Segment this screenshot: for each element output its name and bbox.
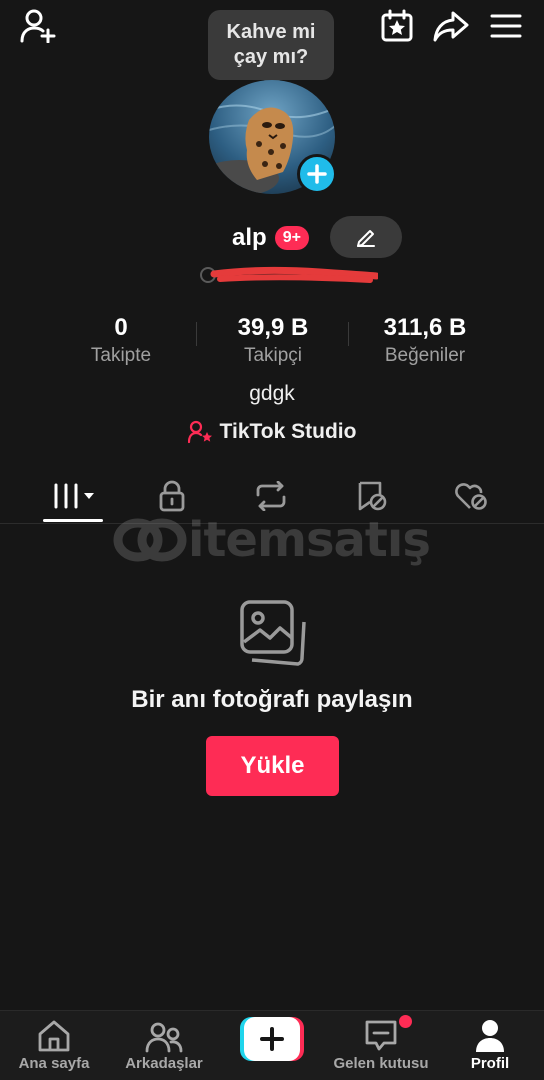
videos-grid-icon (54, 483, 94, 509)
pencil-icon (357, 230, 375, 247)
lock-icon (159, 480, 185, 512)
nav-friends[interactable]: Arkadaşlar (114, 1011, 214, 1080)
share-arrow-icon (433, 11, 469, 42)
link-logo-icon (113, 518, 187, 562)
notification-badge[interactable]: 9+ (274, 226, 309, 250)
nav-label: Ana sayfa (18, 1055, 90, 1072)
share-button[interactable] (430, 6, 472, 46)
stat-label: Beğeniler (384, 345, 466, 366)
liked-icon (455, 483, 487, 510)
plus-icon (307, 164, 327, 184)
tab-liked[interactable] (441, 472, 501, 520)
nav-label: Profil (470, 1055, 510, 1072)
nav-profile[interactable]: Profil (450, 1011, 530, 1080)
creator-star-icon (187, 420, 214, 444)
nav-inbox[interactable]: Gelen kutusu (331, 1011, 431, 1080)
repost-icon (256, 481, 286, 511)
stat-value: 39,9 B (237, 314, 309, 341)
stat-likes[interactable]: 311,6 B Beğeniler (350, 314, 500, 368)
nav-label: Arkadaşlar (125, 1055, 203, 1072)
stat-label: Takipte (90, 345, 152, 366)
stat-divider (348, 322, 349, 346)
profile-note-bubble[interactable]: Kahve mi çay mı? (208, 10, 334, 88)
profile-icon (476, 1020, 504, 1052)
stat-followers[interactable]: 39,9 B Takipçi (198, 314, 348, 368)
upload-button[interactable]: Yükle (206, 736, 339, 796)
calendar-button[interactable] (376, 6, 418, 46)
redacted-handle (200, 264, 380, 284)
edit-profile-button[interactable] (330, 216, 402, 258)
studio-label: TikTok Studio (219, 420, 357, 443)
add-story-button[interactable] (297, 154, 337, 194)
add-friend-button[interactable] (18, 8, 58, 44)
active-tab-indicator (43, 519, 103, 522)
calendar-star-icon (381, 9, 413, 42)
stat-value: 0 (114, 314, 128, 341)
person-add-icon (20, 9, 56, 43)
watermark: itemsatış (112, 512, 432, 570)
note-text: Kahve mi çay mı? (226, 21, 316, 68)
username: alp (232, 224, 267, 251)
nav-home[interactable]: Ana sayfa (4, 1011, 104, 1080)
stat-value: 311,6 B (383, 314, 467, 341)
inbox-icon (365, 1020, 397, 1051)
tiktok-studio-link[interactable]: TikTok Studio (0, 420, 544, 444)
create-plus-icon (240, 1017, 304, 1061)
inbox-notification-dot (399, 1015, 412, 1028)
tab-videos[interactable] (43, 472, 103, 520)
stat-divider (196, 322, 197, 346)
menu-button[interactable] (486, 6, 526, 46)
favorites-icon (358, 481, 387, 511)
create-button[interactable] (240, 1017, 304, 1061)
stat-following[interactable]: 0 Takipte (46, 314, 196, 368)
friends-icon (145, 1022, 183, 1053)
profile-bio[interactable]: gdgk (0, 382, 544, 406)
empty-state-message: Bir anı fotoğrafı paylaşın (131, 686, 413, 713)
watermark-text: itemsatış (188, 512, 431, 568)
username-row: alp 9+ (232, 222, 309, 254)
hamburger-menu-icon (490, 14, 522, 38)
home-icon (38, 1020, 70, 1052)
stat-label: Takipçi (243, 345, 303, 366)
photo-placeholder-icon (236, 598, 308, 670)
nav-label: Gelen kutusu (333, 1055, 429, 1072)
